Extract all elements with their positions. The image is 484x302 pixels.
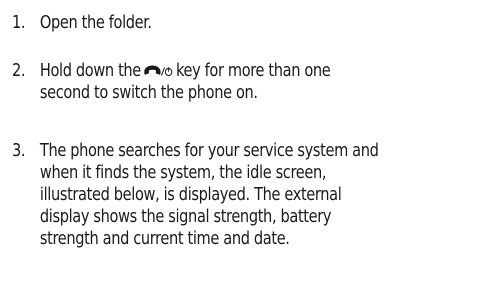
step-text: Open the folder.	[40, 12, 472, 34]
instruction-document: 1. Open the folder. 2. Hold down the key…	[0, 0, 484, 302]
step-line: Hold down the key for more than one	[40, 60, 472, 82]
step-line: strength and current time and date.	[39, 228, 290, 249]
step-text: The phone searches for your service syst…	[40, 140, 472, 250]
step-number: 3.	[12, 140, 26, 161]
step-text-before-icon: Hold down the	[39, 60, 141, 81]
step-line: The phone searches for your service syst…	[39, 140, 379, 161]
step-text-after-icon: key for more than one	[176, 60, 331, 81]
step-number: 2.	[12, 60, 26, 81]
step-line: display shows the signal strength, batte…	[39, 206, 332, 227]
step-line: Open the folder.	[39, 12, 152, 33]
step-line: when it finds the system, the idle scree…	[39, 162, 327, 183]
step-number: 1.	[12, 12, 26, 33]
step-line: second to switch the phone on.	[39, 82, 258, 103]
end-power-key-icon	[144, 65, 173, 77]
step-text: Hold down the key for more than one seco…	[40, 60, 472, 104]
step-line: illustrated below, is displayed. The ext…	[39, 184, 342, 205]
